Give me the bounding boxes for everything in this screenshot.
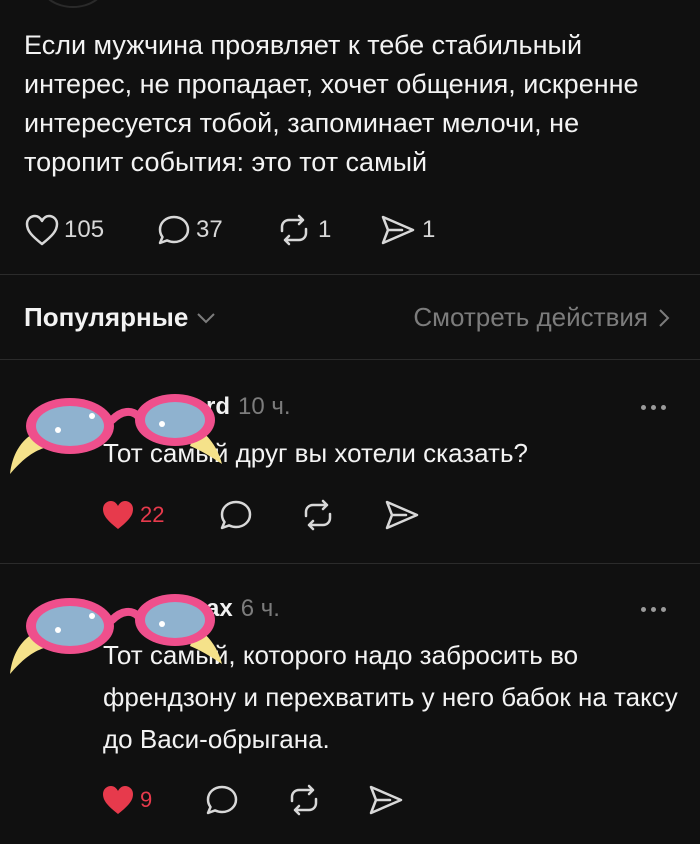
like-button[interactable]: 22 bbox=[100, 495, 164, 535]
comment-time: 6 ч. bbox=[240, 595, 280, 622]
share-button[interactable] bbox=[366, 780, 406, 820]
heart-icon bbox=[103, 501, 133, 529]
share-icon bbox=[369, 785, 403, 815]
repost-icon bbox=[304, 499, 332, 531]
like-count: 9 bbox=[140, 787, 153, 812]
share-count: 1 bbox=[422, 216, 436, 243]
share-icon bbox=[381, 215, 415, 245]
chevron-down-icon bbox=[197, 312, 216, 323]
comment-actions: 9 bbox=[100, 780, 420, 820]
reply-button[interactable] bbox=[204, 780, 240, 820]
divider bbox=[0, 274, 700, 275]
share-icon bbox=[385, 500, 419, 530]
goggles-sticker bbox=[10, 594, 222, 674]
comment-icon bbox=[206, 785, 238, 815]
like-button[interactable]: 105 bbox=[24, 210, 104, 250]
more-icon[interactable] bbox=[641, 405, 666, 410]
repost-count: 1 bbox=[318, 216, 332, 243]
comment-icon bbox=[220, 500, 252, 530]
more-icon[interactable] bbox=[641, 607, 666, 612]
like-button[interactable]: 9 bbox=[100, 780, 152, 820]
comment-time: 10 ч. bbox=[238, 393, 291, 420]
like-count: 22 bbox=[140, 502, 165, 527]
repost-button[interactable]: 1 bbox=[274, 210, 331, 250]
view-activity-link[interactable]: Смотреть действия bbox=[413, 302, 670, 333]
reply-count: 37 bbox=[196, 216, 223, 243]
profile-avatar-ring bbox=[40, 0, 106, 8]
sort-label: Популярные bbox=[24, 302, 189, 332]
chevron-right-icon bbox=[659, 308, 670, 327]
repost-button[interactable] bbox=[284, 780, 324, 820]
post-text: Если мужчина проявляет к тебе стабильный… bbox=[24, 30, 639, 177]
repost-button[interactable] bbox=[298, 495, 338, 535]
repost-icon bbox=[290, 784, 318, 816]
reply-button[interactable]: 37 bbox=[156, 210, 223, 250]
comment-item: rd 10 ч. Тот самый друг вы хотели сказат… bbox=[0, 360, 700, 560]
comment-item: ах 6 ч. Тот самый, которого надо заброси… bbox=[0, 564, 700, 844]
sort-dropdown[interactable]: Популярные bbox=[24, 302, 216, 333]
share-button[interactable]: 1 bbox=[378, 210, 435, 250]
comment-icon bbox=[158, 215, 190, 245]
heart-icon bbox=[103, 786, 133, 814]
share-button[interactable] bbox=[382, 495, 422, 535]
repost-icon bbox=[280, 214, 308, 246]
goggles-sticker bbox=[10, 394, 222, 474]
heart-icon bbox=[25, 214, 59, 246]
like-count: 105 bbox=[64, 216, 105, 243]
comment-actions: 22 bbox=[100, 495, 440, 535]
reply-button[interactable] bbox=[218, 495, 254, 535]
view-activity-label: Смотреть действия bbox=[413, 302, 648, 332]
post-actions: 105 37 1 1 bbox=[0, 210, 700, 250]
